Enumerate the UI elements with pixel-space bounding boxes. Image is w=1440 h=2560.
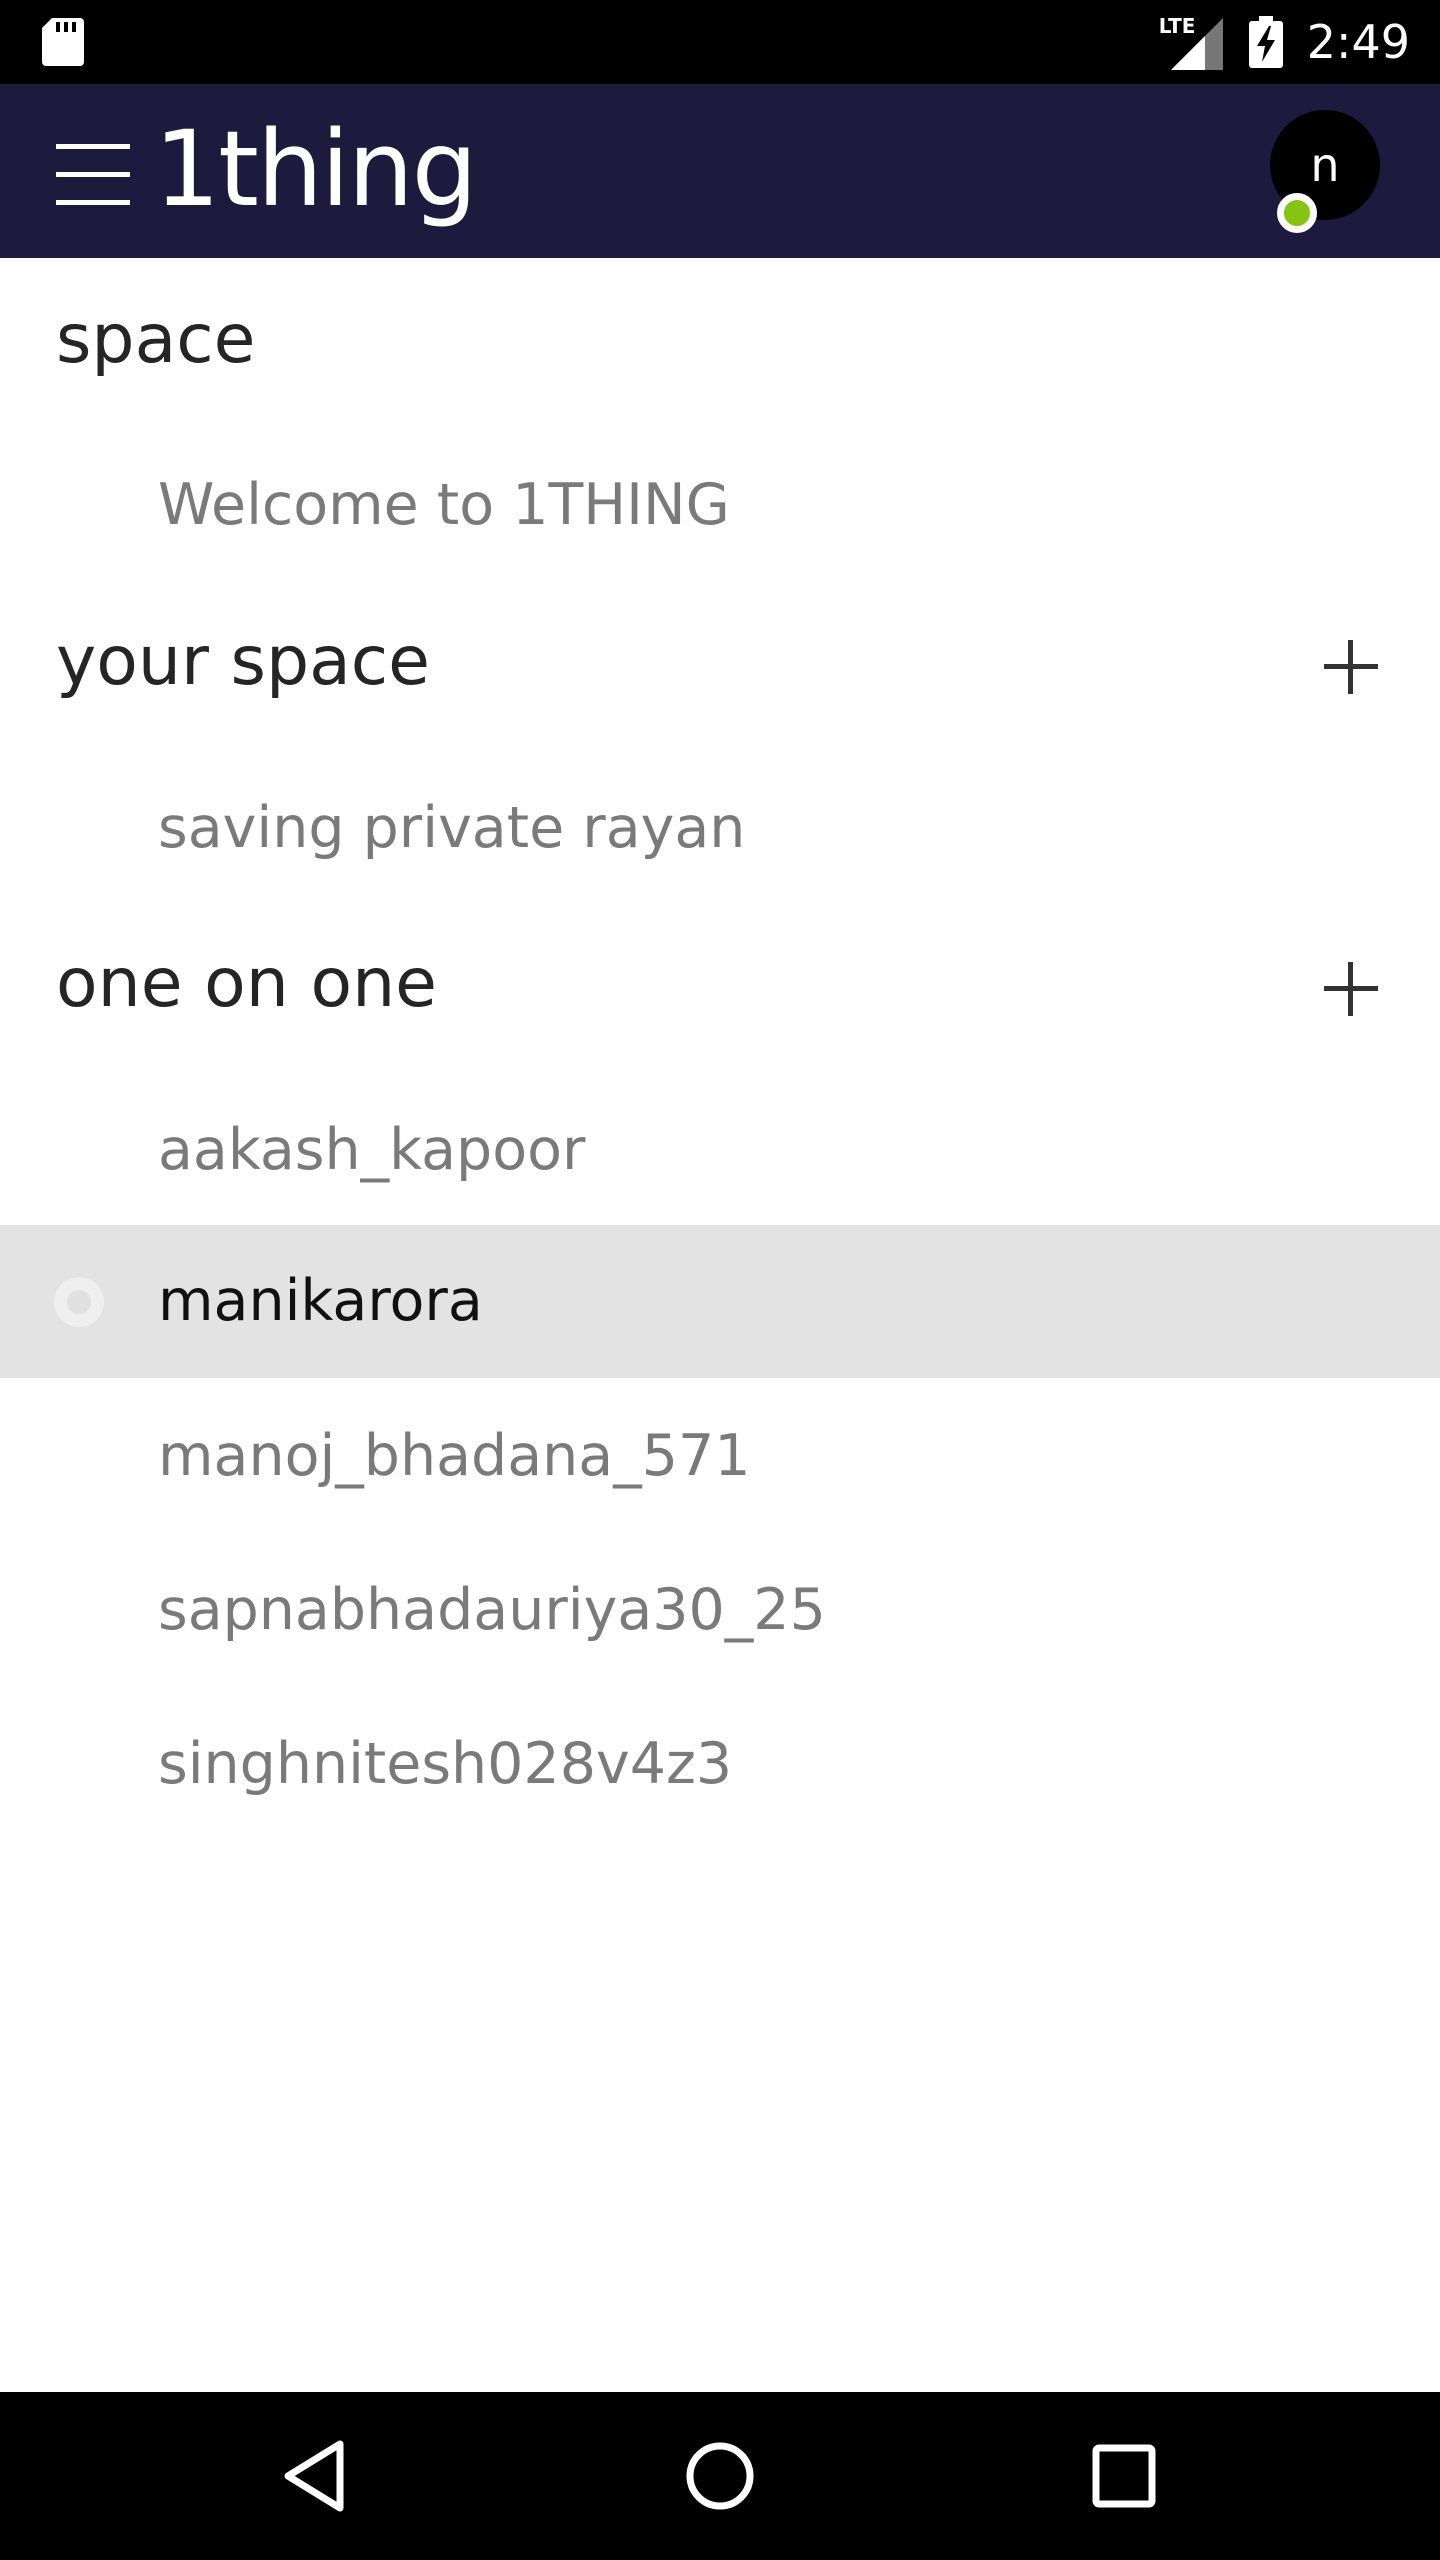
list-item-label: Welcome to 1THING — [158, 472, 730, 538]
status-bar: LTE 2:49 — [0, 0, 1440, 84]
list-item-label: manikarora — [158, 1268, 483, 1334]
list-item-label: manoj_bhadana_571 — [158, 1423, 751, 1489]
hamburger-menu-icon[interactable] — [56, 134, 130, 214]
add-space-button[interactable] — [1320, 636, 1382, 698]
section-header-space: space — [56, 300, 256, 379]
system-nav-bar — [0, 2392, 1440, 2560]
list-item-label: singhnitesh028v4z3 — [158, 1731, 733, 1797]
back-icon[interactable] — [276, 2436, 356, 2516]
lte-signal-icon: LTE — [1159, 14, 1223, 70]
section-header-one-on-one: one on one — [56, 944, 438, 1023]
battery-charging-icon — [1248, 16, 1283, 68]
selected-indicator-icon — [54, 1277, 104, 1327]
app-title: 1thing — [154, 108, 478, 230]
list-item-aakash-kapoor[interactable]: aakash_kapoor — [0, 1074, 1440, 1227]
list-item-sapnabhadauriya[interactable]: sapnabhadauriya30_25 — [0, 1534, 1440, 1687]
list-item-welcome[interactable]: Welcome to 1THING — [0, 429, 1440, 582]
list-item-manikarora[interactable]: manikarora — [0, 1225, 1440, 1378]
app-bar: 1thing n — [0, 84, 1440, 258]
list-item-label: aakash_kapoor — [158, 1117, 586, 1183]
list-item-singhnitesh[interactable]: singhnitesh028v4z3 — [0, 1688, 1440, 1841]
list-item-label: sapnabhadauriya30_25 — [158, 1577, 826, 1643]
section-header-your-space: your space — [56, 622, 430, 701]
online-status-dot — [1277, 193, 1317, 233]
home-icon[interactable] — [680, 2436, 760, 2516]
list-item-saving-private-rayan[interactable]: saving private rayan — [0, 752, 1440, 905]
add-one-on-one-button[interactable] — [1320, 958, 1382, 1020]
clock: 2:49 — [1306, 15, 1410, 69]
list-item-label: saving private rayan — [158, 795, 746, 861]
recents-icon[interactable] — [1084, 2436, 1164, 2516]
sd-card-icon — [42, 18, 84, 66]
status-icons: LTE 2:49 — [1159, 0, 1410, 84]
list-item-manoj-bhadana[interactable]: manoj_bhadana_571 — [0, 1380, 1440, 1533]
